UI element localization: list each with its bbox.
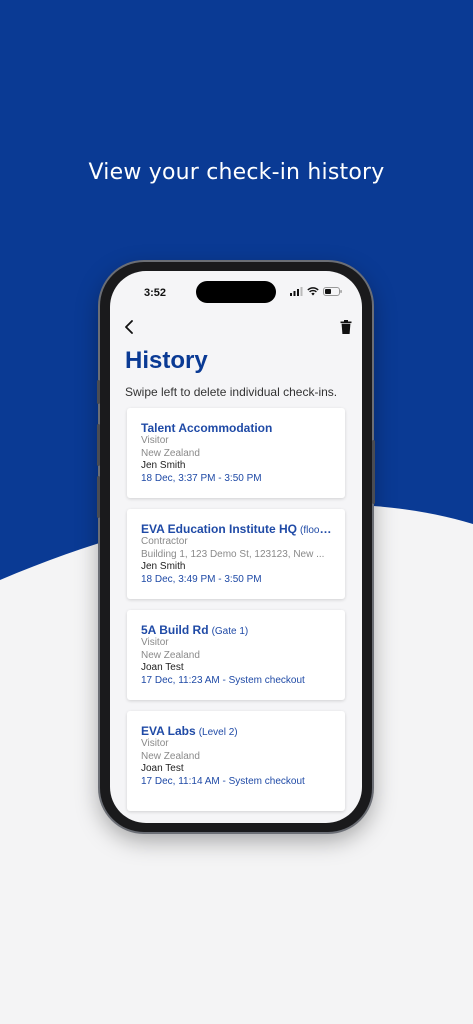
checkin-card[interactable]: EVA Labs (Level 2) Visitor New Zealand Jo… bbox=[127, 711, 345, 811]
checkin-person: Joan Test bbox=[141, 662, 184, 673]
volume-down-button bbox=[97, 476, 100, 518]
trash-icon[interactable] bbox=[340, 320, 352, 334]
checkin-time: 17 Dec, 11:23 AM - System checkout bbox=[141, 674, 305, 686]
checkin-site-name: EVA Labs (Level 2) bbox=[141, 724, 238, 738]
phone-frame: 3:52 History Swipe left to delete indivi… bbox=[97, 262, 375, 832]
checkin-time: 18 Dec, 3:37 PM - 3:50 PM bbox=[141, 472, 262, 484]
checkin-location: New Zealand bbox=[141, 649, 200, 661]
checkin-site-name: EVA Education Institute HQ (floor 1) bbox=[141, 522, 333, 536]
power-button bbox=[372, 440, 375, 504]
checkin-person: Jen Smith bbox=[141, 561, 186, 572]
checkin-site-name: 5A Build Rd (Gate 1) bbox=[141, 623, 249, 637]
checkin-location: New Zealand bbox=[141, 750, 200, 762]
checkin-site-name: Talent Accommodation bbox=[141, 421, 273, 435]
page-subtitle: Swipe left to delete individual check-in… bbox=[125, 385, 338, 399]
checkin-card[interactable]: 5A Build Rd (Gate 1) Visitor New Zealand … bbox=[127, 610, 345, 700]
checkin-location: Building 1, 123 Demo St, 123123, New ... bbox=[141, 548, 325, 560]
volume-up-button bbox=[97, 424, 100, 466]
checkin-person: Joan Test bbox=[141, 763, 184, 774]
checkin-role: Visitor bbox=[141, 435, 169, 446]
checkin-role: Visitor bbox=[141, 738, 169, 749]
checkin-sublocation: (Gate 1) bbox=[211, 626, 249, 637]
checkin-sublocation: (Level 2) bbox=[198, 727, 238, 738]
checkin-time: 18 Dec, 3:49 PM - 3:50 PM bbox=[141, 573, 262, 585]
checkin-role: Contractor bbox=[141, 536, 188, 547]
wifi-icon bbox=[307, 287, 319, 296]
battery-icon bbox=[323, 287, 342, 296]
status-time: 3:52 bbox=[144, 287, 167, 299]
checkin-role: Visitor bbox=[141, 637, 169, 648]
signal-icon bbox=[290, 287, 303, 296]
chevron-left-icon[interactable] bbox=[122, 319, 136, 335]
headline: View your check-in history bbox=[88, 160, 385, 185]
checkin-card[interactable]: Talent Accommodation Visitor New Zealand… bbox=[127, 408, 345, 498]
mute-switch bbox=[97, 380, 100, 404]
page-title: History bbox=[125, 347, 208, 374]
status-icons bbox=[290, 287, 342, 296]
dynamic-island bbox=[196, 281, 276, 303]
checkin-time: 17 Dec, 11:14 AM - System checkout bbox=[141, 775, 305, 787]
checkin-card[interactable]: EVA Education Institute HQ (floor 1) Cont… bbox=[127, 509, 345, 599]
checkin-sublocation: (floor 1) bbox=[300, 525, 333, 536]
checkin-location: New Zealand bbox=[141, 447, 200, 459]
checkin-person: Jen Smith bbox=[141, 460, 186, 471]
phone-screen: 3:52 History Swipe left to delete indivi… bbox=[110, 271, 362, 823]
